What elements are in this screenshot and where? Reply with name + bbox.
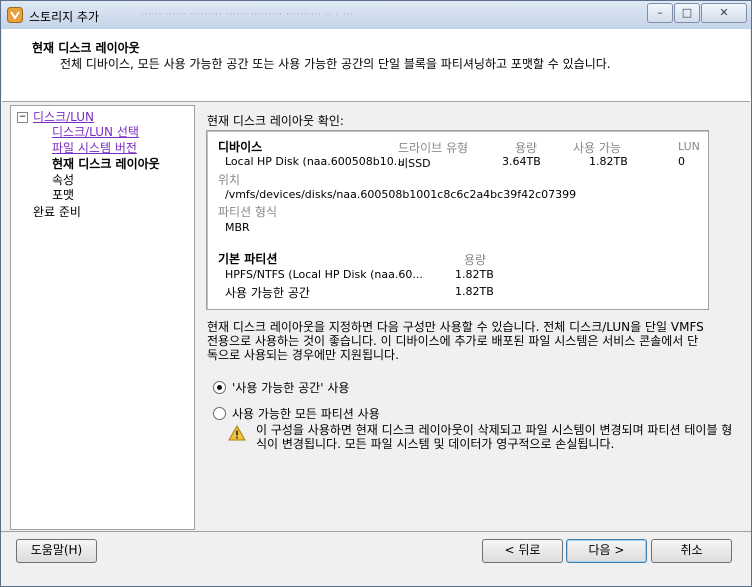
location-value: /vmfs/devices/disks/naa.600508b1001c8c6c… [225, 188, 577, 201]
lun-header: LUN [678, 140, 700, 153]
nav-item-current-disk-layout: 현재 디스크 레이아웃 [52, 157, 160, 171]
minimize-button[interactable]: – [647, 3, 673, 23]
wizard-header: 현재 디스크 레이아웃 전체 디바이스, 모든 사용 가능한 공간 또는 사용 … [2, 29, 750, 102]
device-available: 1.82TB [589, 155, 628, 168]
nav-item-format: 포맷 [52, 188, 75, 202]
maximize-button[interactable]: □ [674, 3, 700, 23]
maximize-icon: □ [681, 6, 693, 19]
layout-info-text: 현재 디스크 레이아웃을 지정하면 다음 구성만 사용할 수 있습니다. 전체 … [207, 320, 704, 362]
title-bar: 스토리지 추가 ······ ······ ········· ······ ·… [1, 1, 751, 29]
footer-divider [1, 531, 751, 532]
nav-item-select-disk-lun[interactable]: 디스크/LUN 선택 [52, 123, 139, 140]
vsphere-app-icon [7, 7, 23, 23]
title-bar-ghost-text: ······ ······ ········· ······ ·········… [141, 10, 354, 19]
primary-partitions-heading: 기본 파티션 [218, 252, 278, 266]
device-drive-type: 비SSD [398, 157, 431, 170]
window-title: 스토리지 추가 [29, 10, 100, 24]
partition-format-value: MBR [225, 221, 250, 234]
nav-item-file-system-version[interactable]: 파일 시스템 버전 [52, 139, 137, 156]
partition-capacity-header: 용량 [464, 253, 487, 267]
free-space-option-label[interactable]: '사용 가능한 공간' 사용 [232, 379, 349, 396]
all-partitions-option-label[interactable]: 사용 가능한 모든 파티션 사용 [232, 405, 380, 422]
warning-text: 이 구성을 사용하면 현재 디스크 레이아웃이 삭제되고 파일 시스템이 변경되… [256, 423, 733, 451]
confirm-layout-label: 현재 디스크 레이아웃 확인: [207, 114, 344, 128]
capacity-header: 용량 [515, 141, 538, 155]
all-partitions-radio[interactable] [213, 407, 226, 420]
add-storage-window: 스토리지 추가 ······ ······ ········· ······ ·… [0, 0, 752, 587]
wizard-step-nav: − 디스크/LUN 디스크/LUN 선택 파일 시스템 버전 현재 디스크 레이… [10, 105, 195, 530]
partition-row-capacity: 1.82TB [455, 285, 494, 298]
collapse-toggle-icon[interactable]: − [17, 112, 28, 123]
back-button[interactable]: < 뒤로 [482, 539, 563, 563]
close-icon: ✕ [719, 6, 729, 19]
device-heading: 디바이스 [218, 140, 263, 154]
device-capacity: 3.64TB [502, 155, 541, 168]
partition-row-capacity: 1.82TB [455, 268, 494, 281]
free-space-radio[interactable] [213, 381, 226, 394]
partition-row-name: HPFS/NTFS (Local HP Disk (naa.60... [225, 268, 423, 281]
device-lun: 0 [678, 155, 685, 168]
nav-item-ready-to-complete: 완료 준비 [33, 205, 81, 219]
location-label: 위치 [218, 173, 241, 187]
drive-type-header: 드라이브 유형 [398, 141, 469, 155]
help-button[interactable]: 도움말(H) [16, 539, 97, 563]
warning-icon [228, 425, 246, 441]
radio-selected-dot [217, 385, 222, 390]
partition-format-label: 파티션 형식 [218, 205, 278, 219]
minimize-icon: – [657, 6, 663, 19]
close-button[interactable]: ✕ [701, 3, 747, 23]
disk-layout-panel: 디바이스 드라이브 유형 용량 사용 가능 LUN Local HP Disk … [206, 130, 709, 310]
partition-row-name: 사용 가능한 공간 [225, 286, 310, 300]
cancel-button[interactable]: 취소 [651, 539, 732, 563]
page-title: 현재 디스크 레이아웃 [32, 41, 140, 55]
device-name: Local HP Disk (naa.600508b10... [225, 155, 405, 168]
available-header: 사용 가능 [573, 141, 621, 155]
main-content: 현재 디스크 레이아웃 확인: 디바이스 드라이브 유형 용량 사용 가능 LU… [197, 105, 747, 528]
page-description: 전체 디바이스, 모든 사용 가능한 공간 또는 사용 가능한 공간의 단일 블… [60, 57, 611, 71]
next-button[interactable]: 다음 > [566, 539, 647, 563]
